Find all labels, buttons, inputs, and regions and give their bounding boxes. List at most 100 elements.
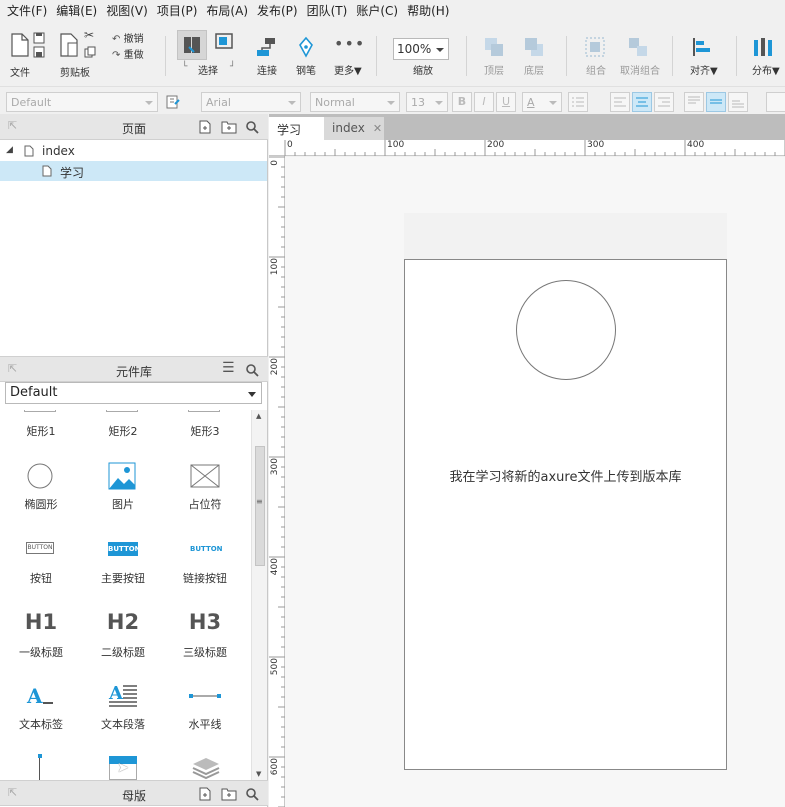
menu-project[interactable]: 项目(P) [154,0,204,22]
hotspot-icon[interactable]: ➤ [109,756,137,780]
bold-button[interactable]: B [452,92,472,112]
distribute-label[interactable]: 分布▼ [752,62,780,77]
chevron-down-icon [549,101,557,105]
left-panel: ⇱ 页面 ◢ index 学习 ⇱ 元件库 ☰ Default 矩形1 矩形2 … [0,114,268,807]
widget-h2[interactable]: H2 二级标题 [82,610,164,666]
expand-triangle-icon[interactable]: ◢ [6,145,13,155]
fill-color-button[interactable] [766,92,785,112]
widget-h3[interactable]: H3 三级标题 [164,610,246,666]
widget-paragraph[interactable]: A 文本段落 [82,682,164,738]
avatar-circle[interactable] [516,280,616,380]
widget-ellipse[interactable]: 椭圆形 [0,458,82,518]
menu-layout[interactable]: 布局(A) [203,0,254,22]
tab-index[interactable]: index ✕ [324,117,384,140]
scissors-icon[interactable]: ✂ [84,28,94,42]
menu-account[interactable]: 账户(C) [353,0,404,22]
add-folder-icon[interactable] [221,120,237,134]
paste-icon[interactable] [58,32,80,58]
align-icon[interactable] [691,36,713,58]
bring-to-front-icon[interactable] [483,36,505,58]
menu-file[interactable]: 文件(F) [4,0,53,22]
widget-h1[interactable]: H1 一级标题 [0,610,82,666]
style-editor-icon[interactable] [166,95,180,109]
widget-horizontal-line[interactable]: 水平线 [164,682,246,738]
copy-icon[interactable] [84,46,96,58]
zoom-select[interactable]: 100% [393,38,449,60]
tree-item-study[interactable]: 学习 [0,161,267,181]
menu-icon[interactable]: ☰ [222,360,235,376]
font-select[interactable]: Arial [201,92,301,112]
scroll-up-icon[interactable]: ▲ [256,412,261,420]
undo-icon: ↶ [112,34,121,45]
widget-link-button[interactable]: BUTTON 链接按钮 [164,538,246,594]
rectangle-icon [24,410,56,412]
connect-button[interactable] [255,36,279,62]
align-left-button[interactable] [610,92,630,112]
style-select[interactable]: Default [6,92,158,112]
align-top-icon [688,96,700,104]
scroll-down-icon[interactable]: ▼ [256,770,261,778]
menu-view[interactable]: 视图(V) [103,0,154,22]
widget-button[interactable]: BUTTON 按钮 [0,538,82,594]
pen-button[interactable] [296,36,318,62]
font-weight-select[interactable]: Normal [310,92,400,112]
add-folder-icon[interactable] [221,787,237,801]
menu-edit[interactable]: 编辑(E) [53,0,103,22]
align-right-button[interactable] [654,92,674,112]
bullet-list-button[interactable] [568,92,588,112]
ungroup-label: 取消组合 [620,66,660,77]
align-label[interactable]: 对齐▼ [690,62,718,77]
page-frame[interactable]: 我在学习将新的axure文件上传到版本库 [404,213,727,770]
more-icon[interactable]: ••• [334,34,365,53]
close-icon[interactable]: ✕ [373,122,382,135]
italic-button[interactable]: I [474,92,494,112]
widget-primary-button[interactable]: BUTTON 主要按钮 [82,538,164,594]
align-top-button[interactable] [684,92,704,112]
align-bottom-button[interactable] [728,92,748,112]
select-tool-button[interactable] [177,30,207,60]
undo-button[interactable]: ↶ 撤销 [112,30,144,45]
menu-publish[interactable]: 发布(P) [254,0,304,22]
widget-label: 链接按钮 [183,572,227,585]
toolbar-separator [672,36,673,76]
library-scrollbar[interactable]: ▲ ≡ ▼ [251,410,267,780]
scrollbar-thumb[interactable]: ≡ [255,446,265,566]
redo-button[interactable]: ↷ 重做 [112,46,144,61]
select-contain-button[interactable] [214,32,238,58]
library-select[interactable]: Default [5,382,262,404]
tree-item-index[interactable]: ◢ index [0,141,267,161]
search-icon[interactable] [245,363,259,377]
group-icon[interactable] [584,36,606,58]
menu-help[interactable]: 帮助(H) [404,0,455,22]
vertical-line-icon[interactable] [38,754,42,780]
widget-label: 按钮 [30,572,52,585]
widget-rect-1[interactable]: 矩形1 [0,410,82,440]
widget-placeholder[interactable]: 占位符 [164,458,246,518]
align-middle-button[interactable] [706,92,726,112]
underline-button[interactable]: U [496,92,516,112]
widget-image[interactable]: 图片 [82,458,164,518]
ungroup-icon[interactable] [627,36,649,58]
widget-text-label[interactable]: A 文本标签 [0,682,82,738]
add-page-icon[interactable] [198,120,212,134]
canvas-text-label[interactable]: 我在学习将新的axure文件上传到版本库 [405,466,726,485]
tab-study[interactable]: 学习✕ [269,117,324,152]
add-master-icon[interactable] [198,787,212,801]
font-size-select[interactable]: 13 [406,92,448,112]
align-center-button[interactable] [632,92,652,112]
design-canvas[interactable]: 我在学习将新的axure文件上传到版本库 [285,157,785,807]
connect-label: 连接 [257,66,277,77]
more-label[interactable]: 更多▼ [334,62,362,77]
distribute-icon[interactable] [752,36,774,58]
search-icon[interactable] [245,120,259,134]
layers-icon[interactable] [191,756,221,780]
text-label-icon: A [26,684,53,708]
menu-team[interactable]: 团队(T) [304,0,354,22]
widget-rect-3[interactable]: 矩形3 [164,410,246,440]
search-icon[interactable] [245,787,259,801]
send-to-back-icon[interactable] [523,36,545,58]
widget-label: 一级标题 [19,646,63,659]
font-color-select[interactable]: A [522,92,562,112]
header-bar-rectangle[interactable] [404,213,727,260]
widget-rect-2[interactable]: 矩形2 [82,410,164,440]
